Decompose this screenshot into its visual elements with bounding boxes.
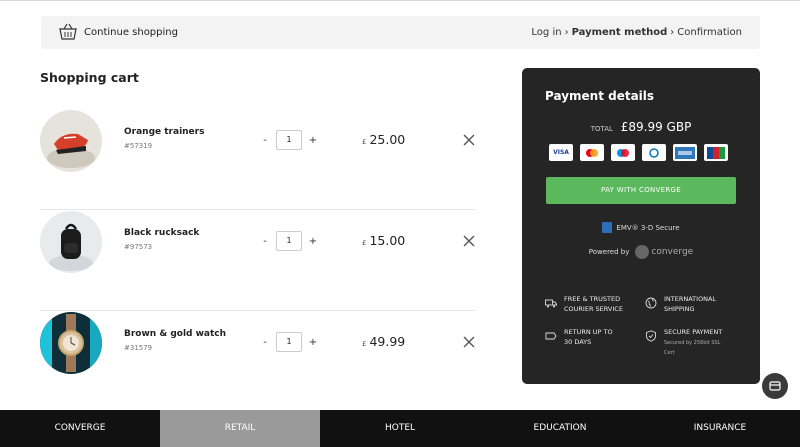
payment-details-panel: Payment details TOTAL £89.99 GBP VISA PA…	[522, 68, 760, 384]
truck-icon	[545, 294, 557, 308]
price-amount: 15.00	[369, 233, 406, 248]
decrease-quantity-button[interactable]: -	[258, 337, 272, 348]
close-icon	[463, 336, 475, 348]
converge-logo: converge	[635, 245, 693, 259]
decrease-quantity-button[interactable]: -	[258, 236, 272, 247]
shield-icon	[645, 327, 657, 342]
item-price: £ 15.00	[362, 233, 405, 248]
remove-item-button[interactable]	[462, 334, 476, 348]
product-image-watch	[40, 312, 102, 374]
quantity-input[interactable]: 1	[276, 130, 302, 150]
feature-line: SHIPPING	[664, 305, 695, 313]
feature-subtext: Cert	[664, 350, 675, 356]
diners-card-icon	[642, 144, 666, 161]
decrease-quantity-button[interactable]: -	[258, 135, 272, 146]
feature-line: INTERNATIONAL	[664, 295, 717, 303]
pay-with-converge-button[interactable]: PAY WITH CONVERGE	[546, 177, 736, 204]
feature-courier: FREE & TRUSTED COURIER SERVICE	[545, 294, 623, 314]
breadcrumb: Log in › Payment method › Confirmation	[531, 27, 742, 38]
product-name: Brown & gold watch	[124, 329, 227, 339]
visa-card-icon: VISA	[549, 144, 573, 161]
breadcrumb-separator: ›	[670, 27, 675, 38]
item-divider	[40, 209, 476, 210]
powered-by: Powered by converge	[522, 245, 760, 259]
panel-title: Payment details	[545, 89, 655, 103]
increase-quantity-button[interactable]: +	[306, 135, 320, 146]
maestro-card-icon	[611, 144, 635, 161]
item-price: £ 49.99	[362, 334, 405, 349]
tag-icon	[545, 327, 557, 340]
price-amount: 49.99	[369, 334, 406, 349]
quantity-input[interactable]: 1	[276, 231, 302, 251]
tab-insurance[interactable]: INSURANCE	[640, 410, 800, 447]
cart-item: Orange trainers #57319 - 1 + £ 25.00	[40, 110, 476, 210]
globe-icon	[645, 294, 657, 309]
price-amount: 25.00	[369, 132, 406, 147]
powered-by-label: Powered by	[588, 248, 630, 256]
remove-item-button[interactable]	[462, 132, 476, 146]
feature-secure-payment: SECURE PAYMENT Secured by 256bit SSL Cer…	[645, 327, 722, 357]
order-total: TOTAL £89.99 GBP	[522, 120, 760, 134]
cart-item: Black rucksack #97573 - 1 + £ 15.00	[40, 211, 476, 311]
currency-symbol: £	[362, 340, 367, 348]
breadcrumb-login[interactable]: Log in	[531, 27, 561, 38]
tab-retail[interactable]: RETAIL	[160, 410, 320, 447]
feature-returns: RETURN UP TO 30 DAYS	[545, 327, 613, 347]
product-image-orange-trainers	[40, 110, 102, 172]
emv-text: EMV® 3-D Secure	[616, 223, 680, 232]
quantity-stepper: - 1 +	[258, 332, 320, 352]
currency-symbol: £	[362, 138, 367, 146]
cart-item: Brown & gold watch #31579 - 1 + £ 49.99	[40, 312, 476, 412]
increase-quantity-button[interactable]: +	[306, 337, 320, 348]
feature-line: COURIER SERVICE	[564, 305, 623, 313]
total-label: TOTAL	[590, 125, 613, 133]
converge-logo-text: converge	[651, 247, 694, 257]
total-value: £89.99 GBP	[620, 120, 692, 134]
currency-symbol: £	[362, 239, 367, 247]
amex-card-icon	[673, 144, 697, 161]
quantity-stepper: - 1 +	[258, 231, 320, 251]
feature-line: SECURE PAYMENT	[664, 328, 723, 336]
item-divider	[40, 310, 476, 311]
mastercard-icon	[580, 144, 604, 161]
product-sku: #57319	[124, 142, 153, 150]
feature-line: RETURN UP TO	[564, 328, 613, 336]
product-sku: #97573	[124, 243, 153, 251]
tab-hotel[interactable]: HOTEL	[320, 410, 480, 447]
top-divider	[0, 0, 800, 1]
close-icon	[463, 235, 475, 247]
product-sku: #31579	[124, 344, 153, 352]
continue-shopping-label: Continue shopping	[84, 26, 178, 38]
feature-line: 30 DAYS	[564, 338, 592, 346]
quantity-input[interactable]: 1	[276, 332, 302, 352]
chat-icon	[769, 381, 781, 391]
breadcrumb-confirmation: Confirmation	[677, 27, 742, 38]
jcb-card-icon	[704, 144, 728, 161]
breadcrumb-payment-method: Payment method	[571, 27, 668, 38]
product-name: Black rucksack	[124, 228, 200, 238]
feature-international: INTERNATIONAL SHIPPING	[645, 294, 716, 314]
breadcrumb-separator: ›	[564, 27, 569, 38]
tab-education[interactable]: EDUCATION	[480, 410, 640, 447]
continue-shopping-link[interactable]: Continue shopping	[58, 23, 178, 41]
tab-converge[interactable]: CONVERGE	[0, 410, 160, 447]
checkout-header: Continue shopping Log in › Payment metho…	[41, 16, 760, 49]
close-icon	[463, 134, 475, 146]
emv-secure-badge: EMV® 3-D Secure	[522, 222, 760, 233]
converge-logo-icon	[635, 245, 650, 259]
feature-subtext: Secured by 256bit SSL	[664, 340, 721, 346]
product-name: Orange trainers	[124, 127, 205, 137]
quantity-stepper: - 1 +	[258, 130, 320, 150]
chat-button[interactable]	[762, 373, 788, 399]
emv-icon	[602, 222, 613, 233]
feature-line: FREE & TRUSTED	[564, 295, 621, 303]
basket-icon	[59, 23, 77, 40]
increase-quantity-button[interactable]: +	[306, 236, 320, 247]
product-image-black-rucksack	[40, 211, 102, 273]
item-price: £ 25.00	[362, 132, 405, 147]
accepted-cards: VISA	[549, 144, 735, 161]
bottom-nav: CONVERGE RETAIL HOTEL EDUCATION INSURANC…	[0, 410, 800, 447]
remove-item-button[interactable]	[462, 233, 476, 247]
page-title: Shopping cart	[40, 70, 139, 85]
